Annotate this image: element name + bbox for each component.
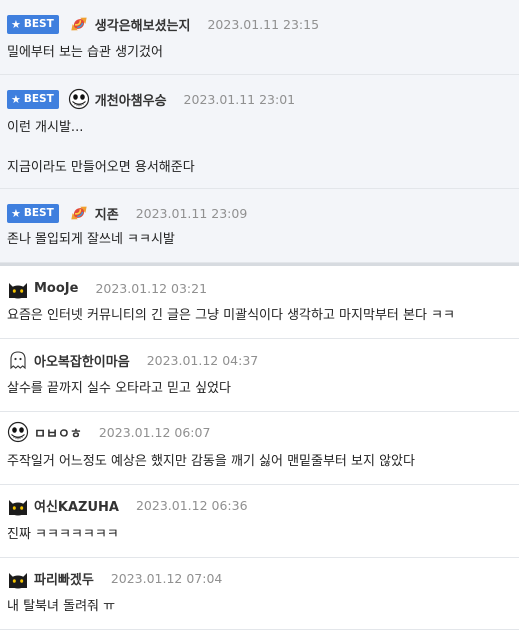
comment-date: 2023.01.12 06:07 — [98, 424, 211, 440]
comment-text: 이런 개시발... — [7, 120, 84, 135]
best-badge: ★ BEST — [7, 89, 59, 109]
black-cat-icon[interactable] — [7, 567, 29, 589]
candy-icon[interactable] — [68, 202, 90, 224]
comment-text: 주작일거 어느정도 예상은 했지만 감동을 깨기 싫어 맨밑줄부터 보지 않았다 — [7, 454, 415, 469]
nickname[interactable]: 여신KAZUHA — [34, 496, 119, 515]
comment-meta: MooJe 2023.01.12 03:21 — [7, 277, 207, 299]
comment-meta: ★ BEST 개천아챔우승 2023.01.11 23:01 — [7, 88, 295, 110]
star-icon: ★ — [11, 206, 21, 220]
nickname[interactable]: 개천아챔우승 — [95, 90, 167, 109]
comment-meta: 파리빠겠두 2023.01.12 07:04 — [7, 567, 222, 589]
comment-meta: ㅁㅂㅇㅎ 2023.01.12 06:07 — [7, 421, 210, 443]
comment-meta: ★ BEST 생각은해보셨는지 2023.01.11 23:15 — [7, 13, 319, 35]
comment-text: 살수를 끝까지 실수 오타라고 믿고 싶었다 — [7, 381, 231, 396]
comment-meta: 아오복잡한이마음 2023.01.12 04:37 — [7, 349, 258, 371]
jack-skellington-icon[interactable] — [7, 421, 29, 443]
comment-item: ★ BEST 생각은해보셨는지 2023.01.11 23:15 밀에부터 보는 … — [0, 0, 519, 75]
black-cat-icon[interactable] — [7, 277, 29, 299]
comment-date: 2023.01.12 04:37 — [146, 352, 259, 368]
ghost-icon[interactable] — [7, 349, 29, 371]
star-icon: ★ — [11, 17, 21, 31]
comment-text: 지금이라도 만들어오면 용서해준다 — [7, 160, 195, 175]
comment-date: 2023.01.11 23:15 — [207, 16, 320, 32]
comment-text: 밀에부터 보는 습관 생기겄어 — [7, 45, 163, 60]
nickname[interactable]: MooJe — [34, 281, 78, 296]
nickname[interactable]: 지존 — [95, 204, 119, 223]
comment-text: 요즘은 인터넷 커뮤니티의 긴 글은 그냥 미괄식이다 생각하고 마지막부터 본… — [7, 308, 455, 323]
best-label: BEST — [23, 207, 54, 219]
comment-date: 2023.01.12 03:21 — [95, 280, 208, 296]
best-badge: ★ BEST — [7, 203, 59, 223]
comment-text: 진짜 ㅋㅋㅋㅋㅋㅋㅋ — [7, 527, 119, 542]
black-cat-icon[interactable] — [7, 494, 29, 516]
comment-date: 2023.01.12 07:04 — [110, 570, 223, 586]
comment-date: 2023.01.12 06:36 — [135, 497, 248, 513]
best-label: BEST — [23, 93, 54, 105]
nickname[interactable]: 파리빠겠두 — [34, 569, 94, 588]
comment-meta: 여신KAZUHA 2023.01.12 06:36 — [7, 494, 248, 516]
best-badge: ★ BEST — [7, 14, 59, 34]
jack-skellington-icon[interactable] — [68, 88, 90, 110]
comment-item: 여신KAZUHA 2023.01.12 06:36 진짜 ㅋㅋㅋㅋㅋㅋㅋ — [0, 485, 519, 558]
comment-item: 아오복잡한이마음 2023.01.12 04:37 살수를 끝까지 실수 오타라… — [0, 339, 519, 412]
comment-text: 존나 몰입되게 잘쓰네 ㅋㅋ시발 — [7, 232, 175, 247]
comment-item: ㅁㅂㅇㅎ 2023.01.12 06:07 주작일거 어느정도 예상은 했지만 … — [0, 412, 519, 485]
nickname[interactable]: 아오복잡한이마음 — [34, 351, 130, 370]
comment-text: 내 탈북녀 돌려줘 ㅠ — [7, 599, 116, 614]
star-icon: ★ — [11, 92, 21, 106]
comment-item: MooJe 2023.01.12 03:21 요즘은 인터넷 커뮤니티의 긴 글… — [0, 266, 519, 339]
best-label: BEST — [23, 18, 54, 30]
comment-meta: ★ BEST 지존 2023.01.11 23:09 — [7, 202, 247, 224]
nickname[interactable]: 생각은해보셨는지 — [95, 15, 191, 34]
comment-item: ★ BEST 개천아챔우승 2023.01.11 23:01 이런 개시발... … — [0, 75, 519, 189]
comment-item: 파리빠겠두 2023.01.12 07:04 내 탈북녀 돌려줘 ㅠ — [0, 558, 519, 630]
nickname[interactable]: ㅁㅂㅇㅎ — [34, 423, 82, 442]
candy-icon[interactable] — [68, 13, 90, 35]
comment-date: 2023.01.11 23:09 — [135, 205, 248, 221]
comment-date: 2023.01.11 23:01 — [183, 91, 296, 107]
comment-item: ★ BEST 지존 2023.01.11 23:09 존나 몰입되게 잘쓰네 ㅋㅋ… — [0, 189, 519, 263]
